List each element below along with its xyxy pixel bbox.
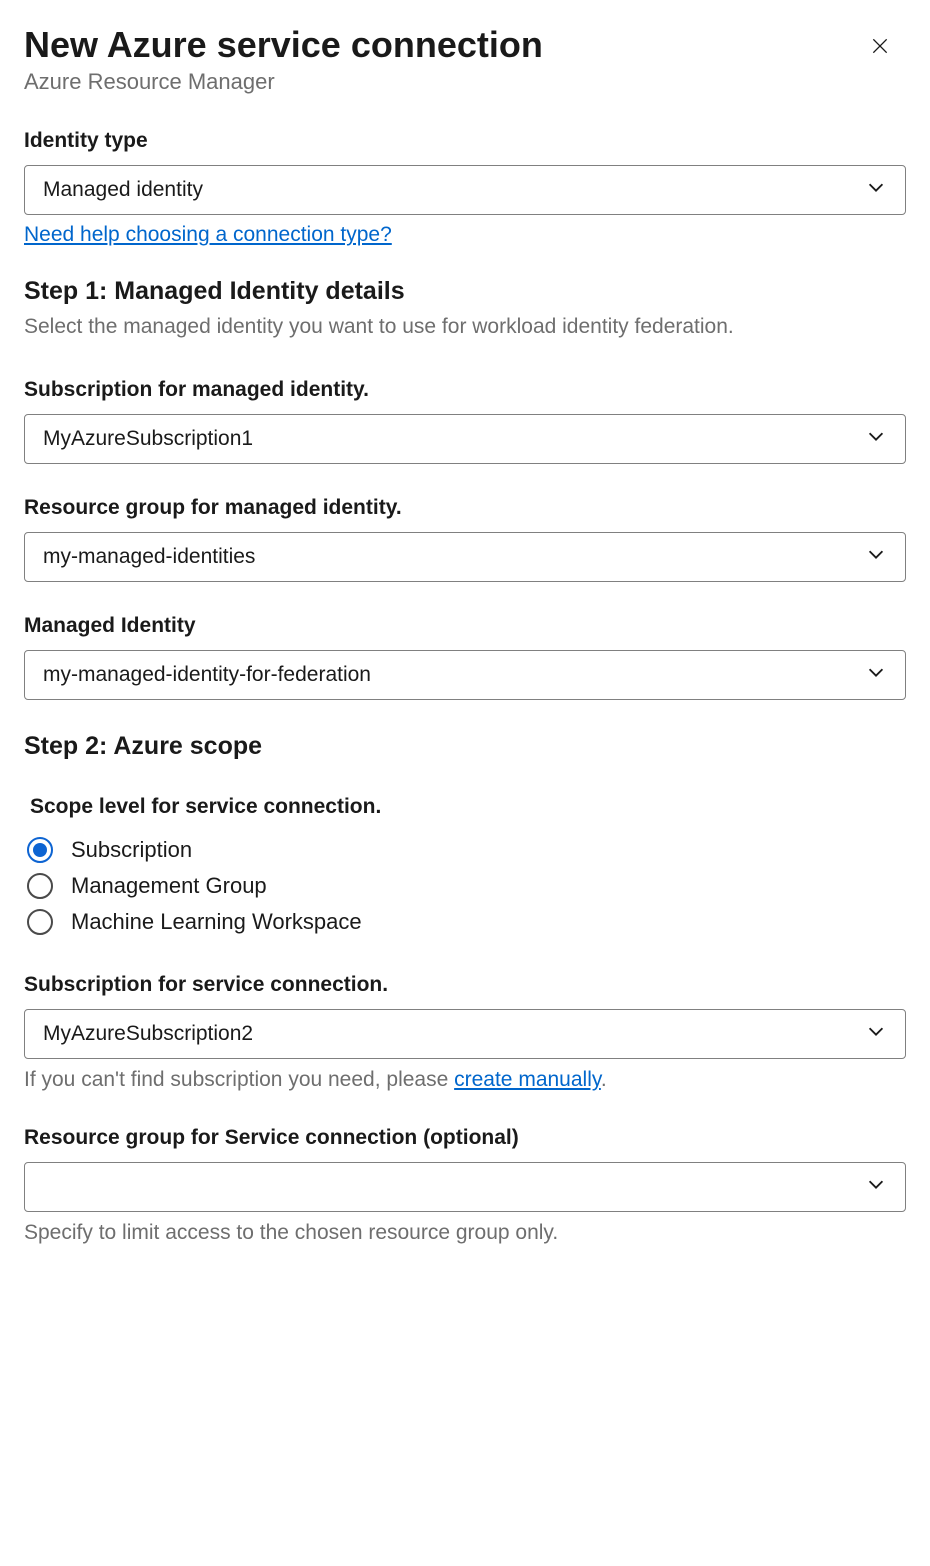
mi-subscription-select[interactable]: MyAzureSubscription1 — [24, 414, 906, 464]
mi-resource-group-value: my-managed-identities — [43, 545, 865, 569]
radio-icon — [27, 909, 53, 935]
identity-type-value: Managed identity — [43, 178, 865, 202]
chevron-down-icon — [865, 425, 887, 453]
scope-level-label: Scope level for service connection. — [30, 795, 906, 819]
sc-subscription-value: MyAzureSubscription2 — [43, 1022, 865, 1046]
scope-radio-ml-workspace-label: Machine Learning Workspace — [71, 909, 362, 935]
dialog-title: New Azure service connection — [24, 24, 543, 65]
mi-resource-group-label: Resource group for managed identity. — [24, 496, 906, 520]
create-manually-link[interactable]: create manually — [454, 1068, 601, 1091]
mi-subscription-value: MyAzureSubscription1 — [43, 427, 865, 451]
help-connection-type-link[interactable]: Need help choosing a connection type? — [24, 223, 392, 246]
managed-identity-select[interactable]: my-managed-identity-for-federation — [24, 650, 906, 700]
sc-subscription-help: If you can't find subscription you need,… — [24, 1065, 906, 1094]
step1-description: Select the managed identity you want to … — [24, 312, 906, 341]
managed-identity-label: Managed Identity — [24, 614, 906, 638]
step1-heading: Step 1: Managed Identity details — [24, 277, 906, 306]
close-button[interactable] — [864, 24, 906, 65]
scope-radio-subscription-label: Subscription — [71, 837, 192, 863]
chevron-down-icon — [865, 1020, 887, 1048]
scope-radio-ml-workspace[interactable]: Machine Learning Workspace — [27, 909, 906, 935]
close-icon — [870, 36, 890, 59]
radio-icon — [27, 837, 53, 863]
scope-radio-management-group-label: Management Group — [71, 873, 267, 899]
managed-identity-value: my-managed-identity-for-federation — [43, 663, 865, 687]
sc-resource-group-help: Specify to limit access to the chosen re… — [24, 1218, 906, 1247]
sc-resource-group-select[interactable] — [24, 1162, 906, 1212]
chevron-down-icon — [865, 661, 887, 689]
chevron-down-icon — [865, 543, 887, 571]
chevron-down-icon — [865, 1173, 887, 1201]
step2-heading: Step 2: Azure scope — [24, 732, 906, 761]
identity-type-label: Identity type — [24, 129, 906, 153]
dialog-subtitle: Azure Resource Manager — [24, 69, 906, 95]
mi-subscription-label: Subscription for managed identity. — [24, 378, 906, 402]
scope-radio-management-group[interactable]: Management Group — [27, 873, 906, 899]
chevron-down-icon — [865, 176, 887, 204]
sc-subscription-label: Subscription for service connection. — [24, 973, 906, 997]
mi-resource-group-select[interactable]: my-managed-identities — [24, 532, 906, 582]
scope-radio-subscription[interactable]: Subscription — [27, 837, 906, 863]
sc-resource-group-label: Resource group for Service connection (o… — [24, 1126, 906, 1150]
scope-level-radio-group: Subscription Management Group Machine Le… — [27, 837, 906, 935]
sc-subscription-select[interactable]: MyAzureSubscription2 — [24, 1009, 906, 1059]
identity-type-select[interactable]: Managed identity — [24, 165, 906, 215]
radio-icon — [27, 873, 53, 899]
